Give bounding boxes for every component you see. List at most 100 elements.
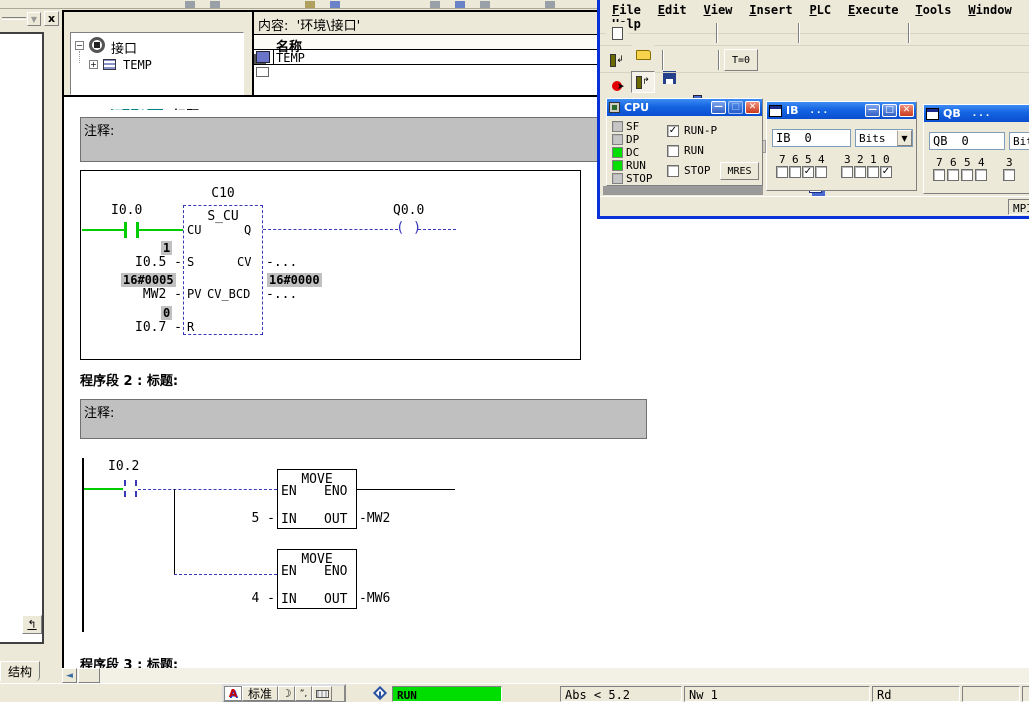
overview-close-button[interactable]: x (44, 11, 59, 26)
qb-bit7-checkbox[interactable] (933, 169, 945, 181)
ime-mode-button[interactable]: 标准 (242, 686, 278, 701)
ib-minimize-button[interactable]: — (865, 104, 880, 117)
tree-collapse-box[interactable]: − (75, 41, 84, 50)
plcsim-status-bar: MPI (600, 196, 1029, 216)
ib-bit3-checkbox[interactable] (841, 166, 853, 178)
mres-button[interactable]: MRES (720, 162, 759, 180)
qb-title-dots: . . . (973, 109, 990, 119)
ime-toolbar[interactable]: A 标准 ☽ ”, (222, 684, 346, 702)
qb-address-field[interactable]: QB 0 (929, 132, 1005, 150)
menu-insert[interactable]: Insert (749, 3, 792, 17)
ib-bit4-checkbox[interactable] (815, 166, 827, 178)
ib-title-dots: . . . (810, 106, 827, 116)
overview-sort-button[interactable]: ↰ (22, 615, 42, 634)
qb-bit3-checkbox[interactable] (1003, 169, 1015, 181)
tree-item-temp[interactable]: TEMP (123, 58, 152, 72)
network1-title[interactable]: 程序段 1: 标题: (80, 98, 380, 110)
cpu-titlebar[interactable]: CPU — □ ✕ (607, 99, 762, 116)
ime-fullhalf-button[interactable]: ☽ (278, 686, 295, 701)
ime-softkeyboard-button[interactable] (312, 686, 332, 701)
run-status-panel: RUN (392, 686, 502, 702)
network2-comment-box[interactable]: 注释: (80, 399, 647, 439)
cpu-close-button[interactable]: ✕ (745, 101, 760, 114)
overview-combo-dropdown-button[interactable]: ▼ (27, 12, 41, 26)
single-scan-button[interactable]: ↲ (606, 49, 628, 71)
mpi-status-panel: MPI (1008, 199, 1029, 215)
move1-out-operand: -MW2 (359, 512, 390, 525)
move1-block[interactable]: MOVE EN ENO IN OUT (277, 469, 357, 529)
table-cell-name[interactable]: TEMP (276, 51, 305, 65)
ib-close-button[interactable]: ✕ (899, 104, 914, 117)
ib-bit1-checkbox[interactable] (867, 166, 879, 178)
ib-format-dropdown-button[interactable]: ▼ (897, 130, 912, 146)
counter-name-label[interactable]: C10 (183, 187, 263, 200)
cpu-minimize-button[interactable]: — (711, 101, 726, 114)
pin-cu: CU (187, 224, 201, 237)
tree-expand-box[interactable]: + (89, 60, 98, 69)
abs-status-panel: Abs < 5.2 (560, 686, 682, 702)
network1-rung[interactable]: I0.0 C10 S_CU CU Q S CV PV CV_BCD R 1 I0… (80, 170, 581, 360)
qb-bit4-checkbox[interactable] (975, 169, 987, 181)
menu-window[interactable]: Window (968, 3, 1011, 17)
qb-window[interactable]: QB . . . — QB 0 Bits 7 6 5 4 3 (923, 104, 1029, 194)
runp-checkbox[interactable]: ✓ (667, 125, 679, 137)
menu-tools[interactable]: Tools (915, 3, 951, 17)
menu-file[interactable]: File (612, 3, 641, 17)
qb-bit6-checkbox[interactable] (947, 169, 959, 181)
qb-bit-label-5: 5 (964, 156, 971, 169)
ib-address-value: 0 (804, 131, 811, 145)
stop-checkbox[interactable] (667, 165, 679, 177)
contact-i02-label: I0.2 (108, 460, 139, 473)
cpu-body: SF DP DC RUN STOP ✓ RUN-P RUN STOP (607, 116, 762, 185)
qb-titlebar[interactable]: QB . . . — (924, 105, 1029, 122)
qb-format-dropdown[interactable]: Bits (1009, 132, 1029, 150)
menu-edit[interactable]: Edit (658, 3, 687, 17)
scrollbar-thumb[interactable] (78, 668, 100, 683)
interface-tree-pane[interactable]: − 接口 + TEMP (70, 32, 244, 95)
ib-bit-label-7: 7 (779, 153, 786, 166)
structure-tab[interactable]: 结构 (0, 661, 40, 681)
runp-checkmark: ✓ (669, 126, 677, 136)
qb-bit5-checkbox[interactable] (961, 169, 973, 181)
ib-bit5-checkmark: ✓ (804, 167, 812, 177)
ib-bit-label-0: 0 (883, 153, 890, 166)
new-file-button[interactable] (606, 22, 628, 44)
menu-execute[interactable]: Execute (848, 3, 899, 17)
qb-bit-label-3: 3 (1006, 156, 1013, 169)
ib-bit7-checkbox[interactable] (776, 166, 788, 178)
move2-block[interactable]: MOVE EN ENO IN OUT (277, 549, 357, 609)
contact-i02-bar[interactable] (124, 480, 126, 497)
ib-bit0-checkbox[interactable]: ✓ (880, 166, 892, 178)
ime-logo-icon[interactable]: A (224, 686, 242, 701)
contact-i00-bar[interactable] (124, 222, 127, 238)
cpu-window[interactable]: CPU — □ ✕ SF DP DC RUN (606, 98, 763, 186)
counter-block-scu[interactable]: S_CU CU Q S CV PV CV_BCD R (183, 205, 263, 335)
horizontal-scrollbar[interactable]: ◄ (62, 668, 1029, 683)
pin-q: Q (244, 224, 251, 237)
plcsim-window[interactable]: File Edit View Insert PLC Execute Tools … (597, 0, 1029, 219)
ib-format-dropdown[interactable]: Bits ▼ (855, 129, 913, 147)
ib-bit-label-2: 2 (857, 153, 864, 166)
ib-maximize-button[interactable]: □ (882, 104, 897, 117)
ib-bit5-checkbox[interactable]: ✓ (802, 166, 814, 178)
reset-timers-button[interactable]: T=0 (724, 49, 758, 71)
record-playback-button[interactable]: ➤ (606, 75, 628, 97)
scroll-left-button[interactable]: ◄ (62, 668, 77, 683)
wire-dashed (263, 229, 398, 230)
menu-plc[interactable]: PLC (809, 3, 831, 17)
ib-window[interactable]: IB . . . — □ ✕ IB 0 Bits ▼ 7 6 (766, 101, 917, 191)
menu-view[interactable]: View (704, 3, 733, 17)
tree-item-interface[interactable]: 接口 (111, 38, 137, 57)
overview-listbox[interactable] (0, 32, 44, 644)
network2-title[interactable]: 程序段 2 : 标题: (80, 370, 178, 389)
run-checkbox[interactable] (667, 145, 679, 157)
cpu-maximize-button[interactable]: □ (728, 101, 743, 114)
ib-bit6-checkbox[interactable] (789, 166, 801, 178)
ime-punctuation-button[interactable]: ”, (295, 686, 312, 701)
network2-comment-label: 注释: (84, 402, 114, 421)
ib-address-field[interactable]: IB 0 (772, 129, 851, 147)
network1-comment-box[interactable]: 注释: (80, 117, 647, 162)
ib-titlebar[interactable]: IB . . . — □ ✕ (767, 102, 916, 119)
ib-bit2-checkbox[interactable] (854, 166, 866, 178)
contact-i02-bar[interactable] (135, 480, 137, 497)
